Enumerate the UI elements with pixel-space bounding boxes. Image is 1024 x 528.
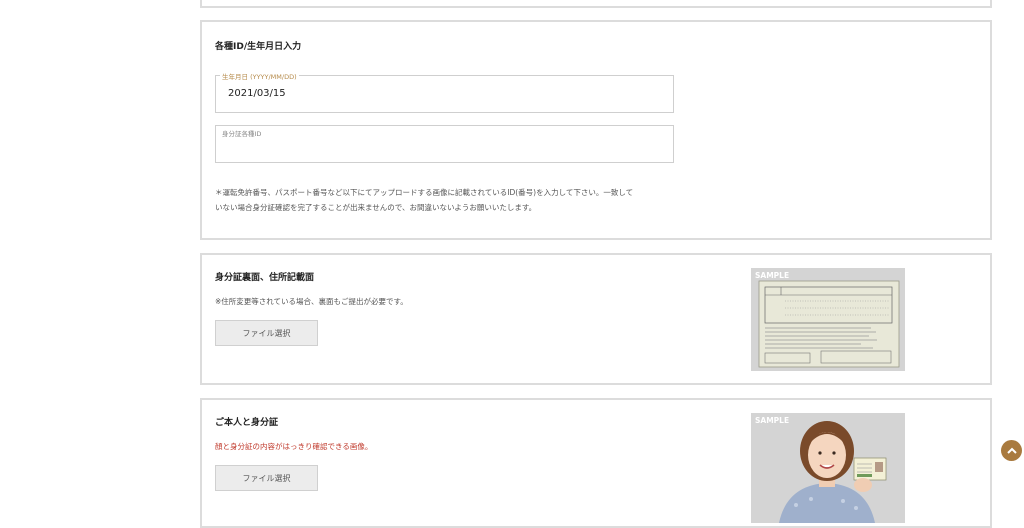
scroll-top-button[interactable]: [1001, 440, 1022, 461]
chevron-up-icon: [1006, 447, 1017, 454]
section-title: ご本人と身分証: [215, 418, 279, 428]
id-note-line1: ＊運転免許番号、パスポート番号など以下にてアップロードする画像に記載されているI…: [215, 188, 634, 197]
id-number-field[interactable]: 身分証各種ID: [215, 125, 674, 163]
id-note: ＊運転免許番号、パスポート番号など以下にてアップロードする画像に記載されているI…: [215, 185, 685, 215]
id-number-label: 身分証各種ID: [220, 128, 264, 138]
section-title: 身分証裏面、住所記載面: [215, 273, 315, 283]
previous-card: [200, 0, 992, 8]
id-birthdate-card: 各種ID/生年月日入力 生年月日 (YYYY/MM/DD) 2021/03/15…: [200, 20, 992, 240]
selfie-note: 顔と身分証の内容がはっきり確認できる画像。: [215, 442, 373, 451]
file-select-button[interactable]: ファイル選択: [215, 465, 318, 491]
birthdate-value: 2021/03/15: [228, 88, 286, 99]
file-select-button[interactable]: ファイル選択: [215, 320, 318, 346]
selfie-with-id-card: ご本人と身分証 顔と身分証の内容がはっきり確認できる画像。 ファイル選択 SAM…: [200, 398, 992, 528]
license-back-illustration: [758, 280, 900, 368]
birthdate-label: 生年月日 (YYYY/MM/DD): [220, 71, 299, 81]
id-back-card: 身分証裏面、住所記載面 ※住所変更等されている場合、裏面もご提出が必要です。 フ…: [200, 253, 992, 385]
back-note: ※住所変更等されている場合、裏面もご提出が必要です。: [215, 297, 408, 306]
sample-image-selfie: SAMPLE: [751, 413, 905, 523]
sample-image-id-back: SAMPLE: [751, 268, 905, 371]
section-title: 各種ID/生年月日入力: [215, 42, 302, 52]
id-note-line2: いない場合身分証確認を完了することが出来ませんので、お間違いないようお願いいたし…: [215, 203, 537, 212]
woman-holding-id-illustration: [779, 421, 887, 523]
birthdate-field[interactable]: 生年月日 (YYYY/MM/DD) 2021/03/15: [215, 71, 674, 113]
